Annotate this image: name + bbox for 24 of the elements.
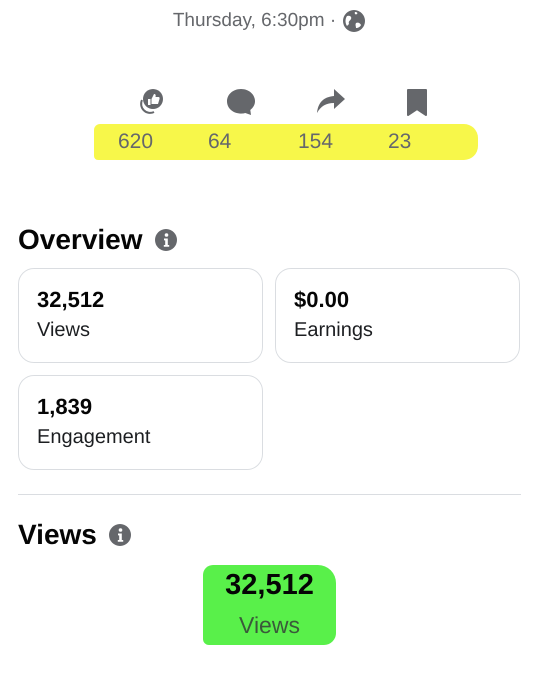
section-title: Views <box>18 519 97 551</box>
metric-value: $0.00 <box>294 287 350 313</box>
stat-count: 620 <box>118 130 154 154</box>
metric-card[interactable]: 32,512 Views <box>18 268 263 363</box>
comment-icon <box>226 88 256 116</box>
post-timestamp: Thursday, 6:30pm · <box>172 10 336 32</box>
views-value: 32,512 <box>225 569 314 602</box>
stat-count: 64 <box>208 130 232 154</box>
stat-count: 23 <box>388 130 412 154</box>
globe-icon <box>342 9 366 33</box>
info-icon[interactable] <box>154 229 177 251</box>
bookmark-icon <box>406 88 428 116</box>
section-title: Overview <box>18 224 143 256</box>
metric-value: 1,839 <box>37 394 94 420</box>
metric-label: Views <box>37 319 91 342</box>
metric-label: Earnings <box>294 319 374 342</box>
share-icon <box>316 88 346 114</box>
metric-value: 32,512 <box>37 287 106 313</box>
stat-count: 154 <box>298 130 334 154</box>
views-label: Views <box>239 612 300 639</box>
metric-card[interactable]: 1,839 Engagement <box>18 375 263 470</box>
metric-card[interactable]: $0.00 Earnings <box>275 268 520 363</box>
metric-label: Engagement <box>37 426 152 449</box>
info-icon[interactable] <box>108 524 131 546</box>
